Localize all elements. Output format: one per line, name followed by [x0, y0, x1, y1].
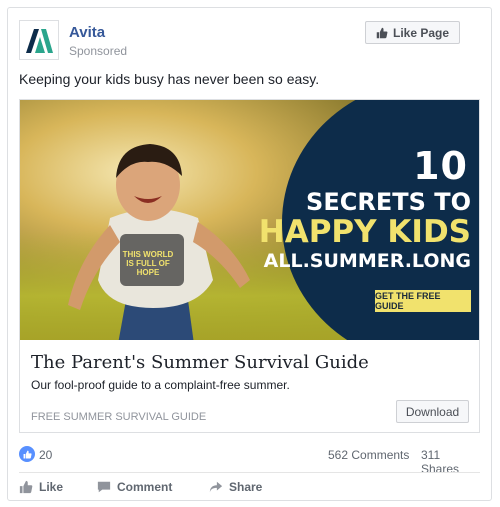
sponsored-label[interactable]: Sponsored: [69, 44, 127, 58]
share-button[interactable]: Share: [209, 480, 262, 494]
comment-icon: [97, 481, 111, 493]
like-button[interactable]: Like: [19, 480, 63, 494]
headline-number: 10: [413, 144, 468, 188]
headline-secrets: SECRETS TO: [306, 188, 471, 216]
share-label: Share: [229, 480, 263, 494]
engagement-stats: 20 562 Comments 311 Shares: [19, 446, 480, 476]
like-page-label: Like Page: [392, 25, 450, 40]
avita-logo-mark: [26, 29, 53, 53]
post-message: Keeping your kids busy has never been so…: [19, 71, 320, 87]
card-description: Our fool-proof guide to a complaint-free…: [31, 378, 290, 392]
headline-happy-kids: HAPPY KIDS: [258, 214, 471, 250]
thumbs-up-icon: [376, 27, 388, 38]
hero-image[interactable]: THIS WORLD IS FULL OF HOPE 10 SECRETS TO…: [20, 100, 479, 340]
action-bar: Like Comment Share: [19, 480, 480, 498]
like-reaction-icon[interactable]: [19, 446, 35, 462]
like-count[interactable]: 20: [39, 448, 52, 462]
page-name[interactable]: Avita: [69, 24, 105, 41]
card-domain: FREE SUMMER SURVIVAL GUIDE: [31, 411, 207, 423]
like-label: Like: [39, 480, 64, 494]
thumbs-up-icon: [19, 480, 33, 494]
divider: [19, 472, 480, 473]
headline-all-summer: ALL.SUMMER.LONG: [263, 250, 471, 272]
comment-count[interactable]: 562 Comments: [328, 448, 409, 462]
card-title[interactable]: The Parent's Summer Survival Guide: [31, 352, 369, 373]
comment-label: Comment: [117, 480, 173, 494]
get-guide-badge: GET THE FREE GUIDE: [375, 290, 471, 312]
link-card[interactable]: THIS WORLD IS FULL OF HOPE 10 SECRETS TO…: [19, 99, 480, 433]
thumbs-up-icon: [23, 450, 32, 458]
like-page-button[interactable]: Like Page: [365, 21, 460, 44]
sponsored-post: Avita Sponsored Like Page Keeping your k…: [7, 7, 492, 501]
download-button[interactable]: Download: [396, 400, 469, 423]
share-icon: [209, 481, 223, 493]
avita-logo[interactable]: [19, 20, 59, 60]
comment-button[interactable]: Comment: [97, 480, 172, 494]
